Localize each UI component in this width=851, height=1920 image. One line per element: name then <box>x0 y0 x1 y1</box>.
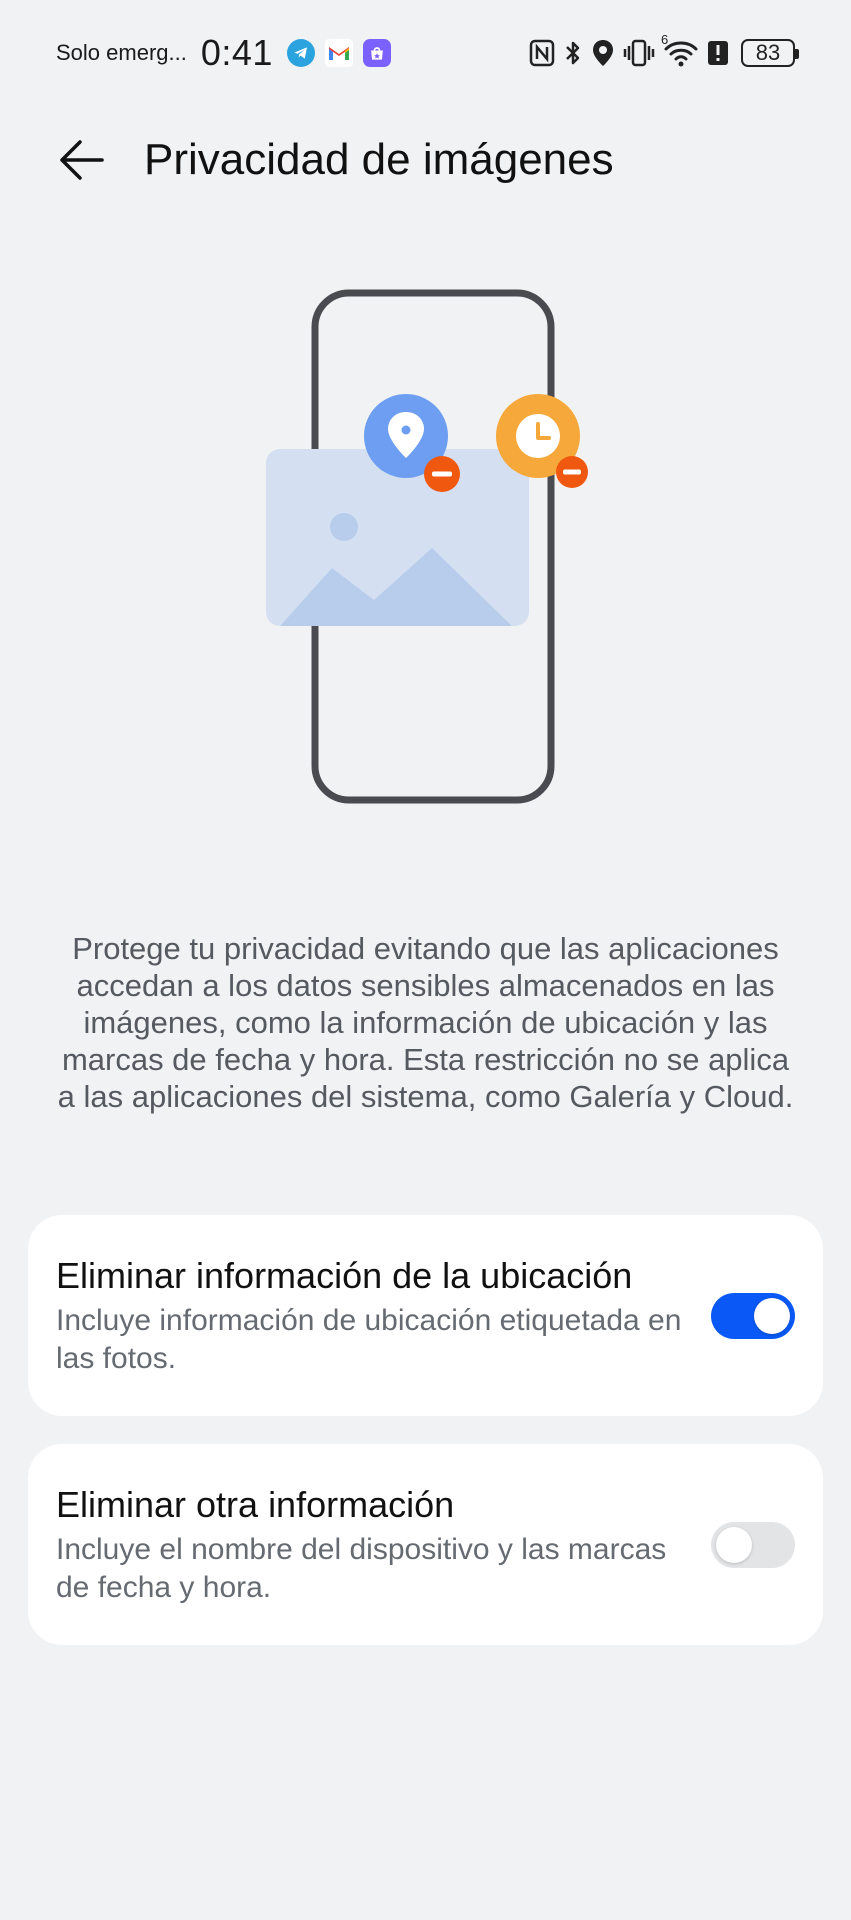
wifi-6-label: 6 <box>661 32 669 47</box>
setting-title: Eliminar información de la ubicación <box>56 1254 633 1296</box>
battery-indicator: 83 <box>741 39 799 67</box>
app-header: Privacidad de imágenes <box>56 120 614 200</box>
wifi-icon: 6 <box>661 32 699 68</box>
back-button[interactable] <box>56 134 108 186</box>
location-icon <box>591 38 615 68</box>
setting-title: Eliminar otra información <box>56 1483 455 1525</box>
setting-subtitle: Incluye el nombre del dispositivo y las … <box>56 1532 667 1604</box>
description-text: Protege tu privacidad evitando que las a… <box>57 931 794 1114</box>
remove-other-info-card[interactable]: Eliminar otra información Incluye el nom… <box>28 1444 823 1645</box>
vibrate-icon <box>623 38 655 68</box>
toggle-knob <box>716 1526 752 1563</box>
remove-location-card[interactable]: Eliminar información de la ubicación Inc… <box>28 1215 823 1416</box>
status-time: 0:41 <box>200 32 273 73</box>
remove-icon <box>556 456 588 488</box>
remove-location-toggle[interactable] <box>711 1292 795 1339</box>
bluetooth-icon <box>563 38 583 68</box>
telegram-icon <box>286 39 315 67</box>
alert-icon <box>707 39 729 67</box>
gmail-icon <box>324 39 353 67</box>
privacy-illustration <box>262 288 588 808</box>
arrow-left-icon <box>60 140 104 180</box>
page-title: Privacidad de imágenes <box>144 135 614 184</box>
store-icon <box>362 39 391 67</box>
status-right: 6 83 <box>521 32 799 68</box>
carrier-label: Solo emerg... <box>56 40 187 65</box>
status-left: Solo emerg... 0:41 <box>56 32 401 74</box>
card-text: Eliminar información de la ubicación Inc… <box>56 1254 696 1378</box>
nfc-icon <box>529 39 555 67</box>
card-text: Eliminar otra información Incluye el nom… <box>56 1483 696 1607</box>
toggle-knob <box>754 1297 790 1334</box>
setting-subtitle: Incluye información de ubicación etiquet… <box>56 1303 682 1375</box>
status-bar: Solo emerg... 0:41 6 83 <box>56 28 799 78</box>
remove-other-info-toggle[interactable] <box>711 1521 795 1568</box>
remove-icon <box>424 456 460 492</box>
